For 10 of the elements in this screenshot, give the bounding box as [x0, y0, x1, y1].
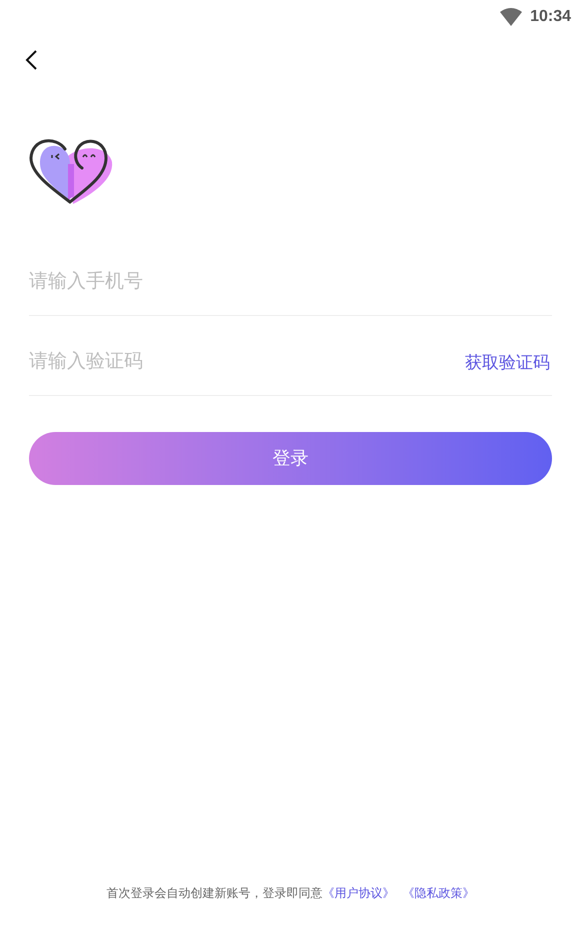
- agreement-link[interactable]: 《用户协议》: [322, 886, 394, 900]
- back-icon: [24, 49, 38, 71]
- wifi-icon: [500, 8, 522, 26]
- get-code-link[interactable]: 获取验证码: [465, 350, 550, 376]
- status-time: 10:34: [530, 7, 571, 27]
- phone-input-field[interactable]: 请输入手机号: [29, 268, 552, 297]
- code-input-field[interactable]: 请输入验证码: [29, 348, 465, 377]
- login-button[interactable]: 登录: [29, 432, 552, 485]
- agreement-text: 首次登录会自动创建新账号，登录即同意《用户协议》 《隐私政策》: [106, 885, 476, 902]
- agreement-link[interactable]: 《隐私政策》: [402, 886, 474, 900]
